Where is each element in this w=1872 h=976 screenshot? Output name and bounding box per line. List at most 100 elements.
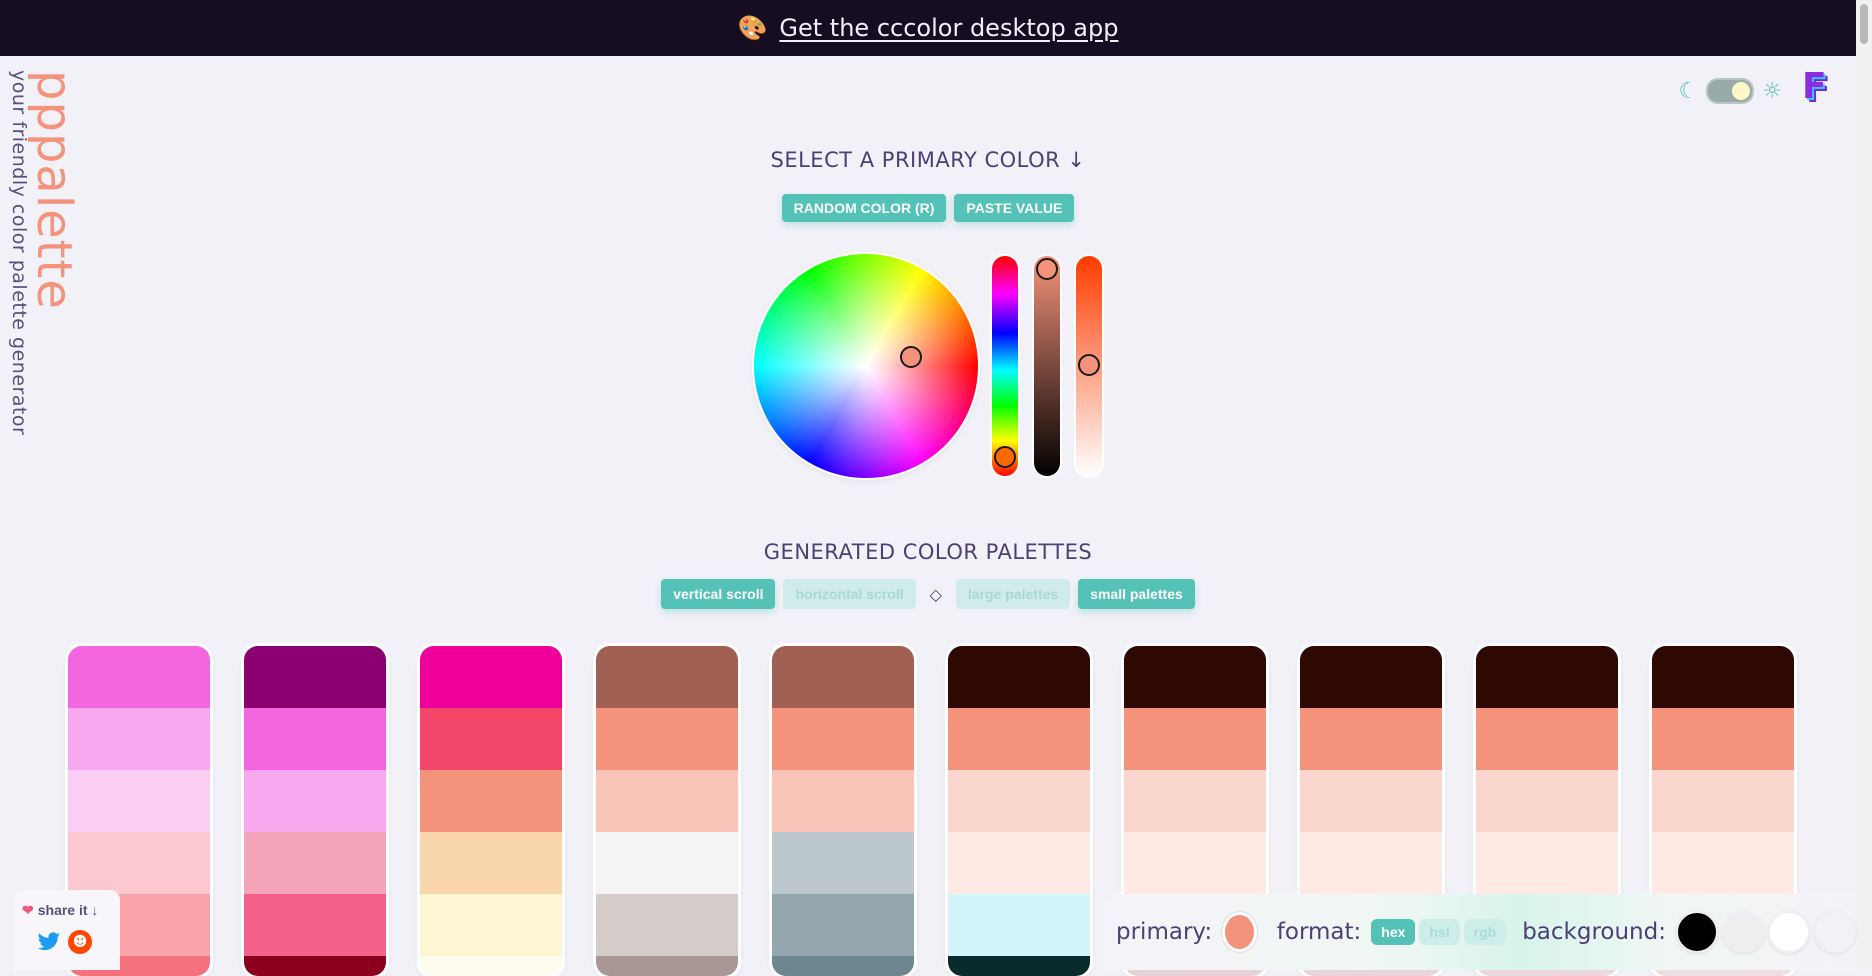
page-scrollbar[interactable] bbox=[1856, 0, 1872, 970]
color-swatch[interactable] bbox=[244, 894, 386, 956]
color-swatch[interactable] bbox=[68, 646, 210, 708]
format-rgb-button[interactable]: rgb bbox=[1463, 919, 1507, 945]
color-swatch[interactable] bbox=[772, 770, 914, 832]
twitter-icon[interactable] bbox=[36, 930, 62, 954]
background-option[interactable] bbox=[1814, 911, 1856, 953]
color-swatch[interactable] bbox=[244, 708, 386, 770]
brand-tagline: your friendly color palette generator bbox=[8, 70, 30, 436]
ff-logo-icon[interactable]: F bbox=[1802, 66, 1844, 112]
desktop-app-link[interactable]: Get the cccolor desktop app bbox=[779, 14, 1118, 42]
background-options bbox=[1676, 911, 1856, 953]
wheel-handle[interactable] bbox=[900, 346, 922, 368]
color-swatch[interactable] bbox=[244, 832, 386, 894]
hue-handle[interactable] bbox=[994, 446, 1016, 468]
color-swatch[interactable] bbox=[1124, 770, 1266, 832]
color-swatch[interactable] bbox=[1476, 708, 1618, 770]
format-hex-button[interactable]: hex bbox=[1371, 919, 1416, 945]
moon-icon: ☾ bbox=[1678, 78, 1699, 104]
primary-section-title: SELECT A PRIMARY COLOR ↓ bbox=[770, 148, 1086, 172]
generated-section-title: GENERATED COLOR PALETTES bbox=[763, 540, 1093, 564]
format-hsl-button[interactable]: hsl bbox=[1419, 919, 1460, 945]
primary-actions: RANDOM COLOR (R) PASTE VALUE bbox=[0, 194, 1856, 222]
random-color-button[interactable]: RANDOM COLOR (R) bbox=[781, 194, 947, 222]
color-swatch[interactable] bbox=[948, 646, 1090, 708]
color-swatch[interactable] bbox=[596, 770, 738, 832]
color-swatch[interactable] bbox=[1300, 646, 1442, 708]
color-swatch[interactable] bbox=[948, 894, 1090, 956]
palette-card[interactable] bbox=[596, 646, 738, 976]
background-option[interactable] bbox=[1768, 911, 1810, 953]
saturation-handle[interactable] bbox=[1078, 354, 1100, 376]
color-swatch[interactable] bbox=[772, 832, 914, 894]
color-swatch[interactable] bbox=[948, 708, 1090, 770]
brightness-handle[interactable] bbox=[1036, 258, 1058, 280]
color-swatch[interactable] bbox=[772, 956, 914, 976]
palette-icon: 🎨 bbox=[737, 14, 768, 42]
color-swatch[interactable] bbox=[596, 832, 738, 894]
color-swatch[interactable] bbox=[1124, 646, 1266, 708]
background-option[interactable] bbox=[1676, 911, 1718, 953]
color-swatch[interactable] bbox=[948, 956, 1090, 976]
scrollbar-thumb[interactable] bbox=[1860, 4, 1868, 44]
small-palettes-button[interactable]: small palettes bbox=[1078, 579, 1195, 609]
primary-label: primary: bbox=[1116, 919, 1213, 945]
color-swatch[interactable] bbox=[1124, 708, 1266, 770]
color-swatch[interactable] bbox=[948, 832, 1090, 894]
color-swatch[interactable] bbox=[68, 770, 210, 832]
palette-card[interactable] bbox=[948, 646, 1090, 976]
color-swatch[interactable] bbox=[596, 894, 738, 956]
hue-slider[interactable] bbox=[992, 256, 1018, 476]
saturation-slider[interactable] bbox=[1076, 256, 1102, 476]
vertical-scroll-button[interactable]: vertical scroll bbox=[661, 579, 776, 609]
color-swatch[interactable] bbox=[596, 956, 738, 976]
color-swatch[interactable] bbox=[420, 770, 562, 832]
reddit-icon[interactable]: ☻ bbox=[68, 930, 92, 954]
palette-view-options: vertical scroll horizontal scroll ◇ larg… bbox=[0, 579, 1856, 609]
heart-icon: ❤ bbox=[22, 902, 34, 918]
color-swatch[interactable] bbox=[68, 832, 210, 894]
large-palettes-button[interactable]: large palettes bbox=[955, 579, 1071, 609]
color-swatch[interactable] bbox=[244, 646, 386, 708]
color-swatch[interactable] bbox=[1300, 770, 1442, 832]
palette-card[interactable] bbox=[244, 646, 386, 976]
primary-color-chip[interactable] bbox=[1222, 912, 1257, 952]
color-swatch[interactable] bbox=[596, 646, 738, 708]
paste-value-button[interactable]: PASTE VALUE bbox=[954, 194, 1075, 222]
toggle-knob bbox=[1732, 82, 1751, 100]
color-swatch[interactable] bbox=[1476, 770, 1618, 832]
color-swatch[interactable] bbox=[948, 770, 1090, 832]
color-swatch[interactable] bbox=[420, 646, 562, 708]
color-swatch[interactable] bbox=[420, 956, 562, 976]
color-swatch[interactable] bbox=[1476, 646, 1618, 708]
brightness-slider[interactable] bbox=[1034, 256, 1060, 476]
color-swatch[interactable] bbox=[420, 832, 562, 894]
logo-text: pppalette bbox=[26, 70, 82, 310]
color-swatch[interactable] bbox=[244, 770, 386, 832]
theme-toggle[interactable] bbox=[1706, 78, 1755, 104]
palette-card[interactable] bbox=[420, 646, 562, 976]
color-swatch[interactable] bbox=[772, 894, 914, 956]
color-swatch[interactable] bbox=[1300, 708, 1442, 770]
color-swatch[interactable] bbox=[420, 894, 562, 956]
color-swatch[interactable] bbox=[1652, 770, 1794, 832]
color-swatch[interactable] bbox=[1652, 832, 1794, 894]
color-swatch[interactable] bbox=[1476, 832, 1618, 894]
color-swatch[interactable] bbox=[68, 708, 210, 770]
color-swatch[interactable] bbox=[244, 956, 386, 976]
palette-card[interactable] bbox=[772, 646, 914, 976]
control-bar: primary: format: hex hsl rgb background: bbox=[1104, 894, 1856, 970]
color-swatch[interactable] bbox=[772, 708, 914, 770]
color-swatch[interactable] bbox=[1652, 708, 1794, 770]
horizontal-scroll-button[interactable]: horizontal scroll bbox=[783, 579, 916, 609]
format-label: format: bbox=[1276, 919, 1362, 945]
color-swatch[interactable] bbox=[772, 646, 914, 708]
background-option[interactable] bbox=[1722, 911, 1764, 953]
color-wheel[interactable] bbox=[754, 254, 978, 478]
color-swatch[interactable] bbox=[1652, 646, 1794, 708]
theme-switch[interactable]: ☾ ☼ bbox=[1679, 78, 1782, 104]
color-swatch[interactable] bbox=[420, 708, 562, 770]
color-swatch[interactable] bbox=[1300, 832, 1442, 894]
color-swatch[interactable] bbox=[596, 708, 738, 770]
share-panel: ❤ share it ↓ ☻ bbox=[14, 890, 120, 970]
color-swatch[interactable] bbox=[1124, 832, 1266, 894]
